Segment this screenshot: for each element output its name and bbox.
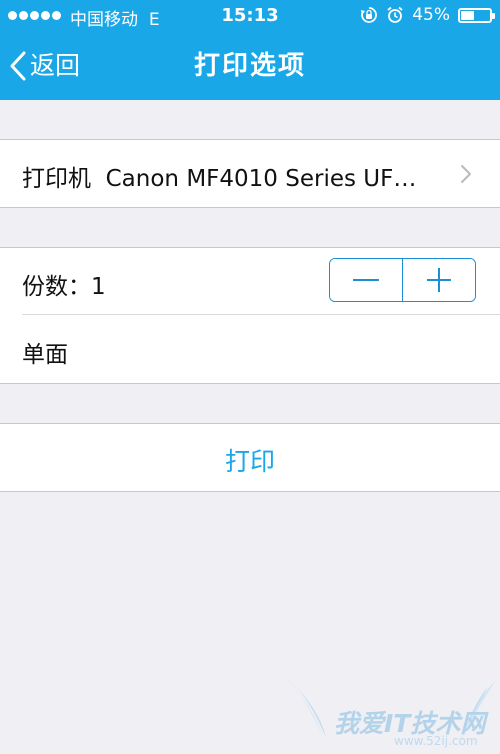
battery-percent: 45% [412,5,450,25]
copies-row: 份数：1 [0,248,500,315]
page-title: 打印选项 [193,51,306,81]
copies-count: 1 [91,274,106,300]
print-button-label: 打印 [224,447,275,476]
battery-level-fill [461,10,474,20]
printer-name: Canon MF4010 Series UF… [105,166,417,192]
alarm-icon [386,6,404,24]
navigation-bar: 返回 打印选项 [0,32,500,100]
printer-row[interactable]: 打印机 Canon MF4010 Series UF… [0,140,500,207]
printer-label: 打印机 [22,166,91,192]
status-bar: 中国移动 E 15:13 45% [0,0,500,32]
copies-stepper [329,258,476,302]
status-right-group: 45% [360,5,495,25]
battery-icon [458,7,495,23]
watermark-url: www.52ij.com [394,734,478,748]
copies-label: 份数： [22,274,91,300]
plus-icon [427,268,452,292]
increment-button[interactable] [403,259,475,301]
copies-text: 份数：1 [22,267,106,301]
minus-icon [352,279,379,281]
decrement-button[interactable] [330,259,402,301]
printer-text: 打印机 Canon MF4010 Series UF… [22,159,452,193]
section-divider [0,383,500,384]
rotation-lock-icon [360,6,378,24]
section-divider [0,207,500,208]
section-divider [0,491,500,492]
header: 中国移动 E 15:13 45% 返回 打印选项 [0,0,500,100]
print-button[interactable]: 打印 [0,424,500,491]
chevron-right-icon [461,165,471,183]
watermark: 我爱IT技术网 www.52ij.com [282,674,500,750]
sides-label: 单面 [22,342,68,368]
sides-row[interactable]: 单面 [0,315,500,383]
